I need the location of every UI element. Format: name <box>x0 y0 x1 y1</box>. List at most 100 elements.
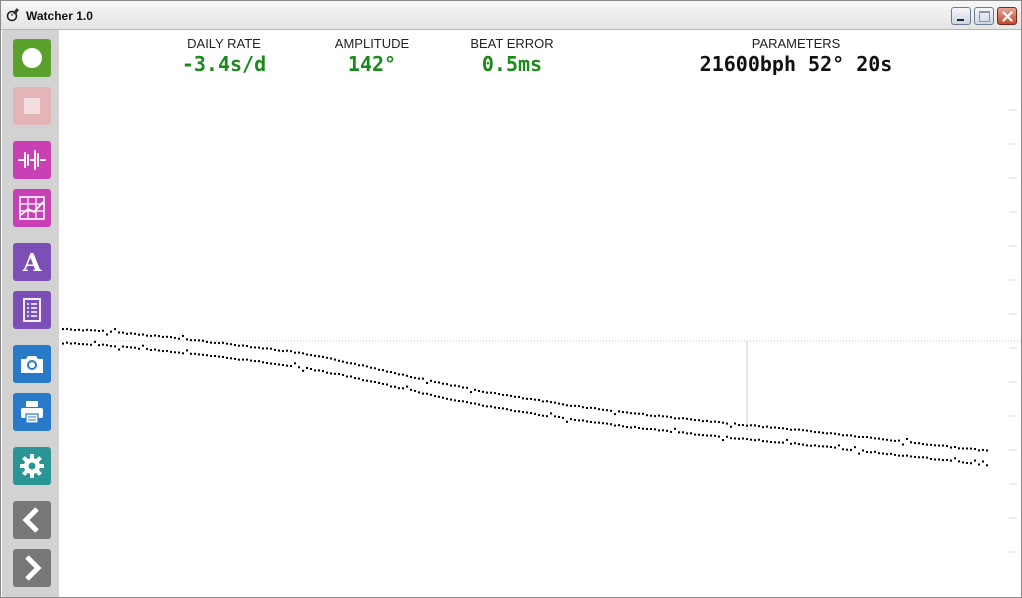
trace-point <box>170 336 172 339</box>
amplitude-value: 142° <box>347 52 397 76</box>
print-button[interactable] <box>13 393 51 431</box>
trace-point <box>818 431 820 434</box>
trace-point <box>734 437 736 440</box>
trace-point <box>226 342 228 345</box>
trace-point <box>858 452 860 455</box>
trace-point <box>206 354 208 357</box>
trace-point <box>622 425 624 428</box>
trace-point <box>230 343 232 346</box>
trace-point <box>250 359 252 362</box>
trace-point <box>814 431 816 434</box>
trace-point <box>278 363 280 366</box>
trace-point <box>382 369 384 372</box>
font-icon: A <box>22 248 42 277</box>
trace-point <box>70 328 72 331</box>
trace-point <box>714 420 716 423</box>
trace-point <box>178 351 180 354</box>
font-button[interactable]: A <box>13 243 51 281</box>
trace-point <box>526 411 528 414</box>
start-button[interactable] <box>13 39 51 77</box>
trace-point <box>830 432 832 435</box>
trace-point <box>582 419 584 422</box>
trace-point <box>366 379 368 382</box>
trace-point <box>586 407 588 409</box>
trace-point <box>154 334 156 337</box>
trace-point <box>962 461 964 464</box>
trace-point <box>218 355 220 358</box>
trace-point <box>702 420 704 423</box>
trace-point <box>782 427 784 430</box>
trace-point <box>146 347 148 350</box>
trace-point <box>546 415 548 418</box>
trace-point <box>222 356 224 358</box>
trace-point <box>974 448 976 450</box>
trace-point <box>610 409 612 412</box>
trace-point <box>554 415 556 418</box>
trace-point <box>890 439 892 442</box>
trace-point <box>130 346 132 349</box>
maximize-button[interactable] <box>974 7 994 25</box>
trace-point <box>454 384 456 387</box>
trace-point <box>714 434 716 437</box>
toolbar: A <box>2 30 59 597</box>
trace-point <box>786 438 788 441</box>
daily-rate-label: DAILY RATE <box>187 36 261 51</box>
trace-point <box>202 339 204 342</box>
trace-point <box>430 393 432 396</box>
trace-point <box>958 460 960 463</box>
trace-point <box>650 414 652 417</box>
title-bar[interactable]: Watcher 1.0 <box>1 1 1021 30</box>
trace-point <box>822 431 824 434</box>
trace-point <box>526 397 528 400</box>
trace-point <box>158 349 160 352</box>
trace-point <box>186 349 188 352</box>
trace-point <box>742 424 744 427</box>
previous-button[interactable] <box>13 501 51 539</box>
trace-point <box>422 377 424 380</box>
trace-point <box>954 446 956 448</box>
waveform-button[interactable] <box>13 141 51 179</box>
trace-point <box>438 381 440 384</box>
minimize-button[interactable] <box>951 7 971 25</box>
trace-point <box>234 344 236 346</box>
trace-point <box>162 350 164 353</box>
stop-button[interactable] <box>13 87 51 125</box>
trace-point <box>478 403 480 406</box>
trace-point <box>306 367 308 369</box>
trace-point <box>874 437 876 440</box>
snapshot-button[interactable] <box>13 345 51 383</box>
trace-point <box>414 389 416 392</box>
trace-point <box>806 429 808 432</box>
trace-point <box>162 335 164 338</box>
svg-text:A: A <box>22 248 42 277</box>
trace-point <box>490 391 492 394</box>
trace-point <box>942 459 944 462</box>
trace-point <box>630 426 632 429</box>
trace-point <box>466 386 468 389</box>
report-button[interactable] <box>13 291 51 329</box>
trace-point <box>106 344 108 347</box>
trace-point <box>486 405 488 408</box>
trace-point <box>506 394 508 397</box>
trace-point <box>86 328 88 331</box>
trace-point <box>174 336 176 339</box>
close-button[interactable] <box>997 7 1017 25</box>
trace-point <box>166 335 168 338</box>
chevron-left-icon <box>22 507 39 533</box>
timegrapher-trace <box>60 109 1021 553</box>
next-button[interactable] <box>13 549 51 587</box>
trace-point <box>410 376 412 378</box>
settings-button[interactable] <box>13 447 51 485</box>
trace-point <box>574 404 576 407</box>
trace-point <box>826 432 828 435</box>
trace-point <box>598 408 600 411</box>
trace-point <box>682 417 684 420</box>
trace-point <box>918 456 920 459</box>
trace-point <box>634 412 636 415</box>
trace-point <box>938 458 940 461</box>
trace-point <box>470 402 472 405</box>
record-icon <box>22 48 42 68</box>
trace-point <box>846 434 848 437</box>
chart-button[interactable] <box>13 189 51 227</box>
trace-point <box>98 330 100 332</box>
